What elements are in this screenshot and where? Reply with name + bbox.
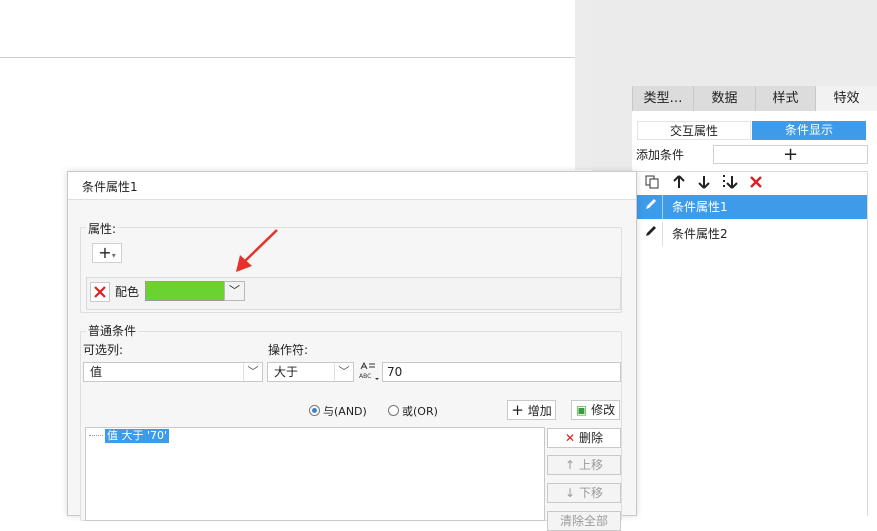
condition-item-label: 条件属性1	[672, 200, 728, 214]
plus-icon: +	[511, 401, 524, 419]
clear-all-button[interactable]: 清除全部	[547, 511, 621, 531]
delete-button-label: 删除	[578, 431, 603, 445]
tree-connector	[89, 435, 103, 436]
add-condition-label: 添加条件	[636, 148, 685, 162]
tab-type[interactable]: 类型…	[632, 86, 693, 111]
pencil-icon	[641, 222, 661, 246]
edit-button-label: 修改	[591, 403, 616, 417]
delete-icon[interactable]	[746, 174, 766, 194]
color-label: 配色	[115, 285, 140, 299]
edit-button[interactable]: ▣ 修改	[571, 400, 620, 420]
move-down-button-label: 下移	[578, 486, 603, 500]
annotation-arrow-icon	[236, 229, 278, 272]
value-type-icon[interactable]: ABC	[357, 361, 379, 383]
copy-icon[interactable]	[642, 174, 662, 194]
color-swatch[interactable]	[145, 281, 225, 301]
property-group-label: 属性:	[86, 220, 119, 237]
add-button-label: 增加	[527, 404, 552, 418]
move-up-button[interactable]: ↑ 上移	[547, 455, 621, 475]
tree-item[interactable]: 值 大于 '70'	[105, 429, 170, 443]
condition-item-label: 条件属性2	[672, 227, 728, 241]
radio-and-label: 与(AND)	[323, 405, 367, 418]
operator-select-value: 大于	[274, 365, 299, 379]
close-icon: ✕	[565, 431, 576, 445]
radio-and[interactable]: 与(AND)	[309, 403, 367, 419]
arrow-down-icon: ↓	[565, 486, 576, 500]
operator-select[interactable]: 大于 ﹀	[267, 362, 354, 382]
move-bottom-icon[interactable]	[720, 174, 740, 194]
edit-icon: ▣	[575, 403, 588, 417]
chevron-down-icon: ﹀	[229, 284, 240, 297]
condition-item[interactable]: 条件属性2	[637, 222, 867, 246]
divider	[662, 222, 663, 246]
divider	[662, 195, 663, 219]
add-condition-button[interactable]: +	[713, 145, 868, 164]
svg-text:ABC: ABC	[359, 373, 371, 380]
move-up-button-label: 上移	[578, 458, 603, 472]
condition-toolbar	[636, 171, 868, 195]
tab-effects[interactable]: 特效	[815, 86, 877, 111]
dialog-title-bar	[68, 172, 636, 200]
clear-all-button-label: 清除全部	[559, 514, 608, 528]
condition-list: 条件属性1 条件属性2	[636, 195, 868, 516]
canvas-scroll-area	[575, 0, 592, 170]
chevron-down-icon: ﹀	[243, 363, 262, 381]
chevron-down-icon: ﹀	[334, 363, 353, 381]
color-dropdown-button[interactable]: ﹀	[224, 281, 245, 301]
arrow-up-icon: ↑	[565, 458, 576, 472]
plus-icon: +	[98, 243, 112, 262]
chevron-down-icon: ▾	[111, 251, 116, 260]
operator-label: 操作符:	[268, 343, 309, 357]
pencil-icon	[641, 195, 661, 219]
column-select[interactable]: 值 ﹀	[83, 362, 263, 382]
radio-selected-icon	[309, 405, 320, 416]
normal-condition-label: 普通条件	[86, 322, 139, 339]
add-property-button[interactable]: +▾	[92, 243, 122, 263]
radio-or[interactable]: 或(OR)	[388, 403, 438, 419]
segment-conditional-display[interactable]: 条件显示	[752, 121, 866, 140]
radio-unselected-icon	[388, 405, 399, 416]
remove-property-button[interactable]	[90, 282, 110, 302]
column-label: 可选列:	[83, 343, 124, 357]
tab-data[interactable]: 数据	[693, 86, 755, 111]
column-select-value: 值	[90, 365, 103, 379]
segment-interaction-properties[interactable]: 交互属性	[637, 121, 751, 140]
add-button[interactable]: + 增加	[507, 400, 556, 420]
tab-style[interactable]: 样式	[755, 86, 815, 111]
move-down-button[interactable]: ↓ 下移	[547, 483, 621, 503]
radio-or-label: 或(OR)	[402, 405, 438, 418]
delete-button[interactable]: ✕ 删除	[547, 428, 621, 448]
report-canvas	[0, 0, 577, 58]
move-up-icon[interactable]	[669, 174, 689, 194]
condition-value-input[interactable]: 70	[382, 362, 621, 382]
panel-header-area	[592, 0, 877, 86]
condition-item[interactable]: 条件属性1	[637, 195, 867, 219]
dialog-title: 条件属性1	[82, 180, 138, 194]
move-down-icon[interactable]	[694, 174, 714, 194]
